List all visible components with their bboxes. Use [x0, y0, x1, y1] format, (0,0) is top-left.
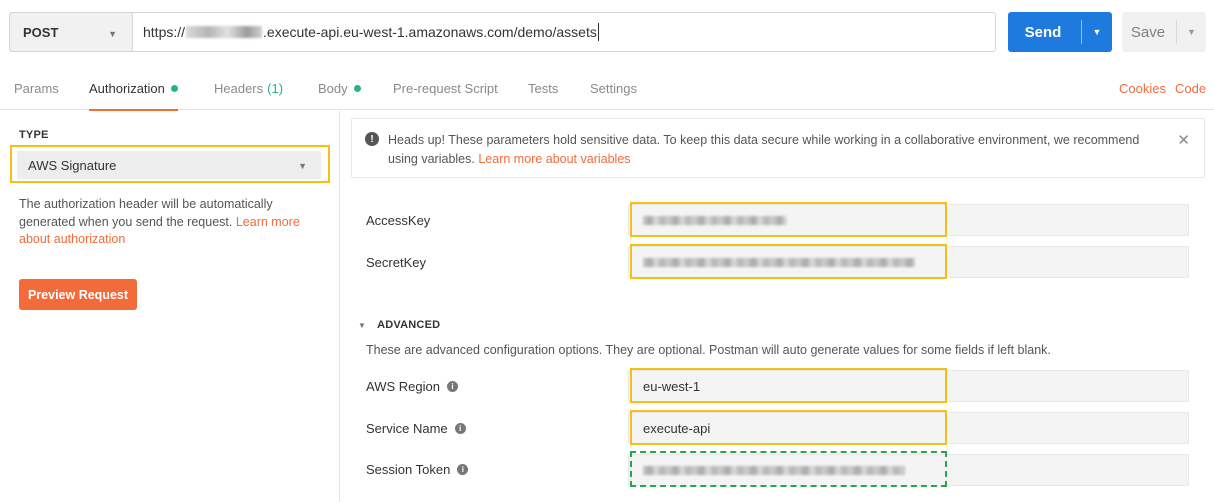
access-key-input[interactable] [628, 204, 1189, 236]
status-dot-icon [353, 84, 361, 92]
headers-count-badge: (1) [267, 80, 284, 96]
save-label: Save [1130, 23, 1166, 41]
redacted-value [643, 216, 787, 225]
auth-description-text: The authorization header will be automat… [19, 197, 273, 229]
tab-label: Body [318, 80, 348, 96]
sensitive-data-alert: ! Heads up! These parameters hold sensit… [351, 118, 1205, 178]
preview-request-button[interactable]: Preview Request [19, 279, 137, 310]
access-key-label: AccessKey [366, 213, 430, 228]
redacted-value [643, 258, 915, 267]
tab-body[interactable]: Body [318, 66, 361, 110]
send-button[interactable]: Send ▼ [1008, 12, 1112, 52]
request-tabs: Params Authorization Headers (1) Body Pr… [0, 66, 1214, 111]
auth-description: The authorization header will be automat… [19, 196, 324, 249]
type-label: TYPE [19, 129, 49, 141]
info-icon[interactable]: i [457, 464, 469, 475]
tab-params[interactable]: Params [14, 66, 59, 110]
label-text: AWS Region [366, 379, 440, 394]
chevron-down-icon: ▼ [298, 161, 307, 171]
learn-more-variables-link[interactable]: Learn more about variables [478, 152, 630, 166]
url-prefix: https:// [143, 24, 186, 40]
tab-label: Pre-request Script [393, 80, 498, 96]
tab-label: Params [14, 80, 59, 96]
code-link[interactable]: Code [1175, 66, 1206, 110]
tab-label: Settings [590, 80, 637, 96]
aws-region-value: eu-west-1 [643, 378, 701, 394]
alert-message: Heads up! These parameters hold sensitiv… [388, 131, 1148, 168]
close-icon[interactable]: ✕ [1177, 131, 1190, 149]
label-text: Session Token [366, 462, 451, 477]
url-suffix: .execute-api.eu-west-1.amazonaws.com/dem… [263, 24, 597, 40]
tab-label: Tests [528, 80, 559, 96]
info-icon[interactable]: i [454, 423, 466, 434]
url-input[interactable]: https:// .execute-api.eu-west-1.amazonaws… [132, 12, 996, 52]
method-label: POST [23, 24, 59, 40]
session-token-label: Session Token i [366, 462, 469, 477]
label-text: AccessKey [366, 213, 431, 228]
save-button[interactable]: Save ▼ [1122, 12, 1206, 52]
exclamation-icon: ! [365, 132, 379, 146]
session-token-input[interactable] [628, 454, 1189, 486]
service-name-input[interactable]: execute-api [628, 412, 1189, 444]
chevron-down-icon: ▼ [108, 29, 117, 39]
text-caret [597, 23, 599, 41]
send-options-chevron-icon[interactable]: ▼ [1082, 12, 1112, 52]
tab-pre-request-script[interactable]: Pre-request Script [393, 66, 498, 110]
advanced-section-toggle[interactable]: ▼ ADVANCED [358, 319, 440, 331]
redacted-api-id [186, 26, 263, 38]
advanced-title: ADVANCED [377, 319, 441, 331]
request-bar: POST ▼ https:// .execute-api.eu-west-1.am… [0, 0, 1214, 66]
info-icon[interactable]: i [446, 381, 458, 392]
tab-authorization[interactable]: Authorization [89, 66, 178, 111]
auth-type-value: AWS Signature [28, 157, 117, 173]
advanced-description: These are advanced configuration options… [366, 343, 1051, 357]
label-text: SecretKey [366, 255, 426, 270]
cookies-link[interactable]: Cookies [1119, 66, 1166, 110]
save-options-chevron-icon[interactable]: ▼ [1177, 12, 1206, 52]
aws-region-label: AWS Region i [366, 379, 458, 394]
secret-key-label: SecretKey [366, 255, 426, 270]
redacted-value [643, 466, 905, 475]
service-name-value: execute-api [643, 420, 711, 436]
label-text: Service Name [366, 421, 448, 436]
aws-region-input[interactable]: eu-west-1 [628, 370, 1189, 402]
service-name-label: Service Name i [366, 421, 466, 436]
tab-label: Headers [214, 80, 264, 96]
caret-down-icon: ▼ [358, 320, 367, 330]
send-label: Send [1024, 23, 1062, 41]
status-dot-icon [170, 84, 178, 92]
tab-tests[interactable]: Tests [528, 66, 558, 110]
tab-settings[interactable]: Settings [590, 66, 637, 110]
auth-type-select[interactable]: AWS Signature ▼ [17, 151, 321, 179]
auth-type-panel: TYPE AWS Signature ▼ The authorization h… [0, 111, 340, 502]
tab-label: Authorization [89, 80, 165, 96]
tab-headers[interactable]: Headers (1) [214, 66, 283, 110]
secret-key-input[interactable] [628, 246, 1189, 278]
type-select-highlight: AWS Signature ▼ [10, 145, 330, 183]
method-select[interactable]: POST ▼ [9, 12, 132, 52]
